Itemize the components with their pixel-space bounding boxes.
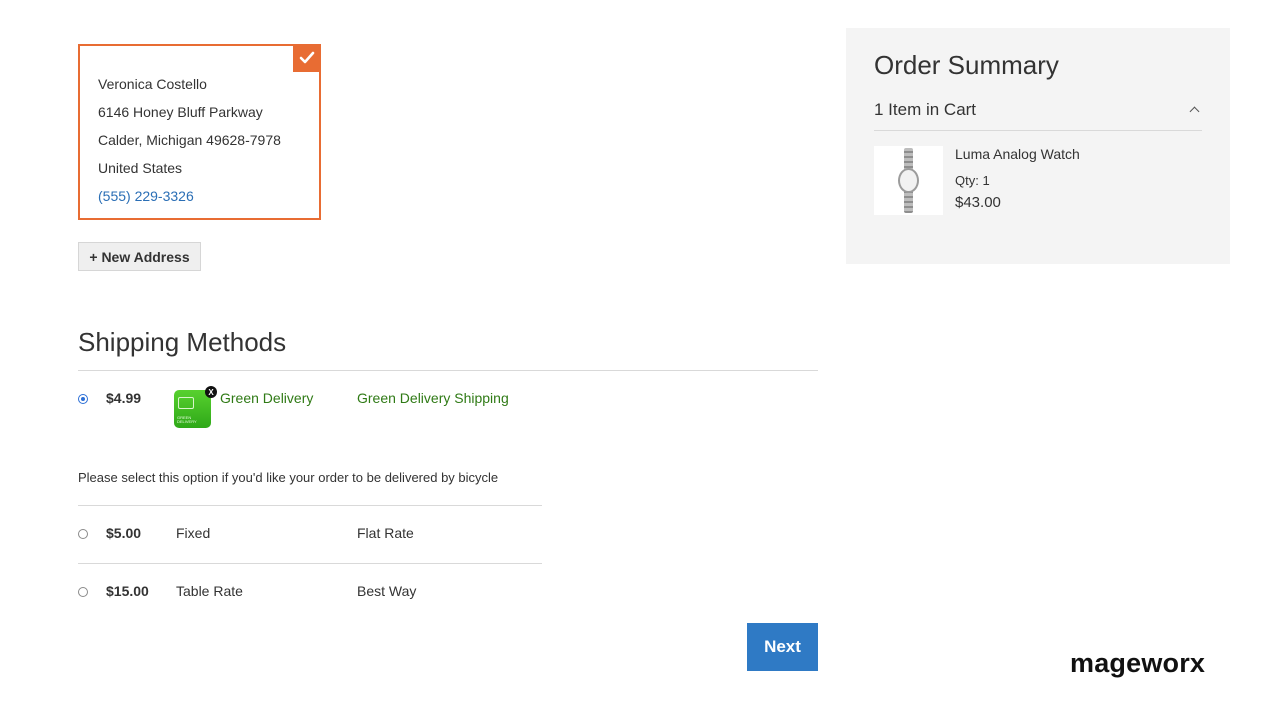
shipping-carrier-name: Green Delivery Shipping — [357, 390, 509, 406]
address-city: Calder, Michigan 49628-7978 — [98, 132, 281, 148]
shipping-method-name: Table Rate — [176, 583, 243, 599]
address-name: Veronica Costello — [98, 76, 207, 92]
cart-item-qty: Qty: 1 — [955, 173, 990, 188]
order-summary: Order Summary 1 Item in Cart Luma Analog… — [846, 28, 1230, 264]
selected-address-card[interactable]: Veronica Costello 6146 Honey Bluff Parkw… — [78, 44, 321, 220]
cart-item-price: $43.00 — [955, 194, 1001, 211]
shipping-method-note: Please select this option if you'd like … — [78, 470, 499, 485]
shipping-price: $4.99 — [106, 390, 142, 406]
order-summary-title: Order Summary — [874, 50, 1059, 80]
summary-divider — [874, 130, 1202, 131]
close-badge-icon: X — [205, 386, 217, 398]
address-phone-link[interactable]: (555) 229-3326 — [98, 182, 281, 210]
shipping-carrier-name: Best Way — [357, 583, 417, 599]
shipping-radio-best-way[interactable] — [78, 587, 88, 597]
brand-logo: mageworx — [1070, 648, 1206, 678]
shipping-method-name: Green Delivery — [220, 390, 314, 406]
checkmark-icon — [293, 44, 321, 72]
cart-item-name: Luma Analog Watch — [955, 146, 1080, 162]
address-street: 6146 Honey Bluff Parkway — [98, 104, 263, 120]
shipping-row-divider — [78, 563, 542, 564]
chevron-up-icon[interactable] — [1189, 106, 1200, 117]
new-address-button[interactable]: + New Address — [78, 242, 201, 271]
shipping-price: $15.00 — [106, 583, 149, 599]
shipping-radio-green-delivery[interactable] — [78, 394, 88, 404]
shipping-carrier-name: Flat Rate — [357, 525, 414, 541]
shipping-radio-flat-rate[interactable] — [78, 529, 88, 539]
shipping-row-divider — [78, 505, 542, 506]
shipping-title-divider — [78, 370, 818, 371]
shipping-price: $5.00 — [106, 525, 142, 541]
cart-item-count-toggle[interactable]: 1 Item in Cart — [874, 100, 976, 120]
next-button[interactable]: Next — [747, 623, 818, 671]
green-delivery-icon: GREEN DELIVERY X — [174, 386, 217, 428]
watch-image — [874, 146, 943, 215]
address-country: United States — [98, 160, 183, 176]
shipping-methods-title: Shipping Methods — [78, 327, 287, 357]
shipping-method-name: Fixed — [176, 525, 211, 541]
